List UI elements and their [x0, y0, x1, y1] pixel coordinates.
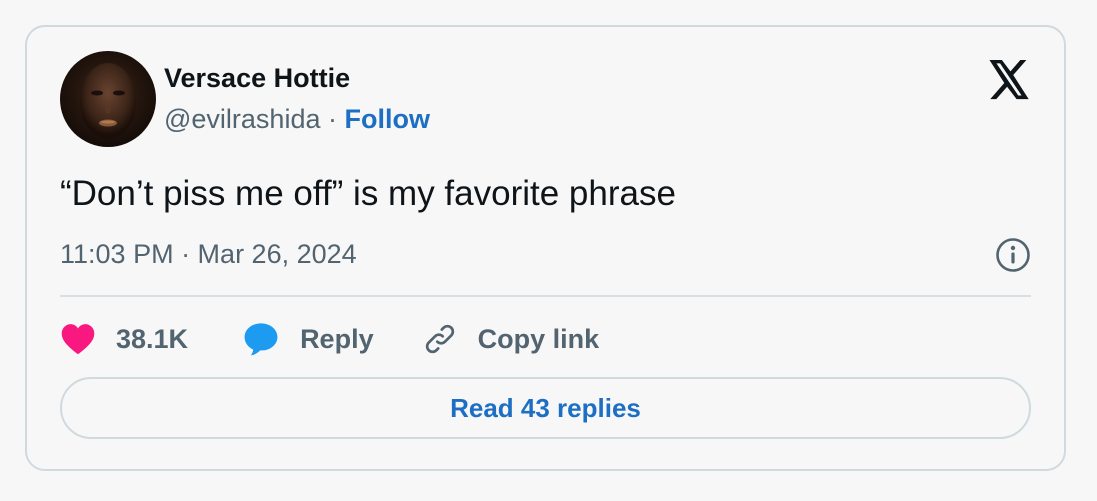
- heart-icon: [61, 324, 95, 355]
- divider: [60, 295, 1031, 297]
- follow-button[interactable]: Follow: [345, 104, 430, 134]
- copy-link-label: Copy link: [477, 323, 600, 354]
- x-logo-icon[interactable]: [987, 60, 1031, 100]
- copy-link-button[interactable]: Copy link: [422, 321, 600, 357]
- avatar-photo: [60, 51, 156, 147]
- action-bar: 38.1K Reply Copy link: [60, 317, 599, 361]
- reply-bubble-icon: [244, 323, 278, 356]
- reply-button[interactable]: Reply: [242, 321, 374, 357]
- avatar[interactable]: [60, 51, 156, 147]
- handle-row: @evilrashida · Follow: [164, 104, 430, 135]
- info-icon[interactable]: [995, 237, 1031, 273]
- display-name[interactable]: Versace Hottie: [164, 63, 350, 94]
- like-count: 38.1K: [116, 323, 189, 354]
- user-handle[interactable]: @evilrashida: [164, 104, 320, 134]
- reply-label: Reply: [300, 323, 374, 354]
- like-button[interactable]: 38.1K: [60, 323, 188, 355]
- separator: ·: [328, 104, 337, 134]
- link-icon: [425, 324, 454, 354]
- tweet-timestamp[interactable]: 11:03 PM · Mar 26, 2024: [60, 239, 357, 270]
- read-replies-button[interactable]: Read 43 replies: [60, 377, 1031, 439]
- tweet-card: Versace Hottie @evilrashida · Follow “Do…: [25, 25, 1066, 471]
- tweet-text: “Don’t piss me off” is my favorite phras…: [60, 174, 676, 213]
